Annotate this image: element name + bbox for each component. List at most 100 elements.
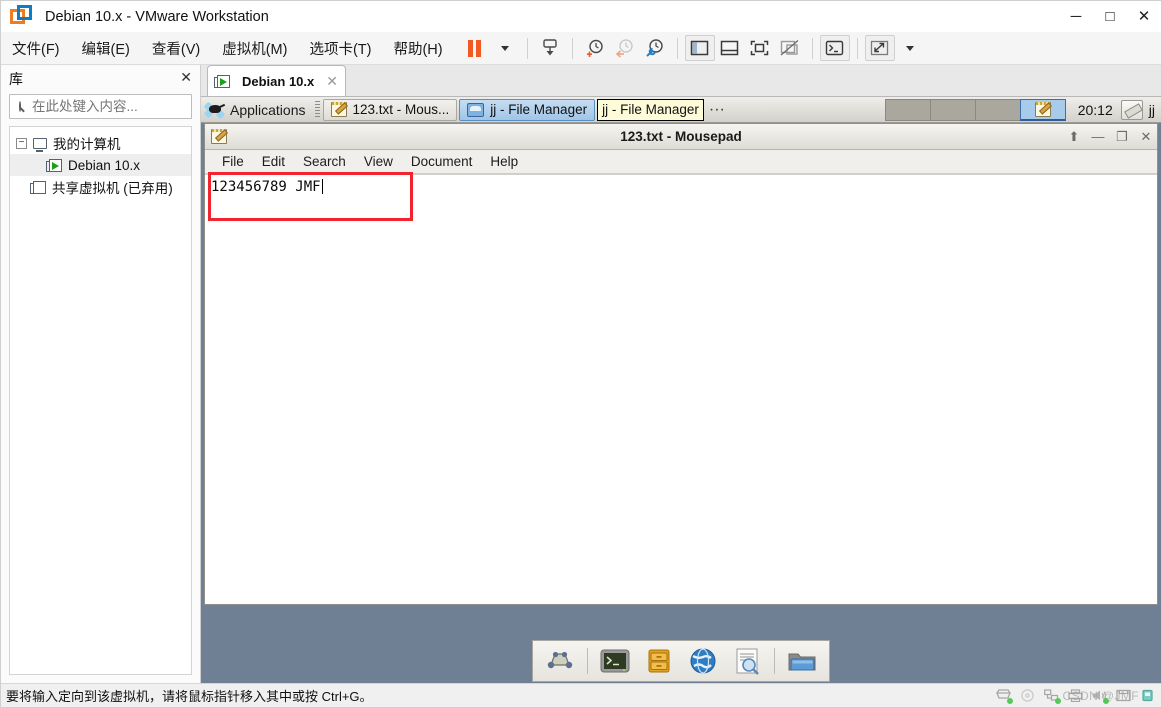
- minimize-button[interactable]: —: [1091, 129, 1105, 144]
- toolbar-separator: [571, 37, 573, 59]
- show-thumbnail-bar-button[interactable]: [715, 35, 745, 61]
- panel-user-label[interactable]: jj: [1143, 102, 1161, 118]
- window-controls: ─ □ ✕: [1059, 1, 1161, 32]
- close-button[interactable]: ✕: [1139, 129, 1153, 145]
- file-manager-icon[interactable]: [785, 645, 819, 677]
- snapshot-manager-button[interactable]: [640, 35, 670, 61]
- show-desktop-icon[interactable]: [543, 645, 577, 677]
- console-view-icon: [825, 40, 844, 56]
- main-area: 库 ✕ − 我的计算机 Debian 10.x: [1, 65, 1161, 683]
- web-browser-icon[interactable]: [686, 645, 720, 677]
- chevron-down-icon: [905, 45, 914, 51]
- shared-vm-icon: [30, 180, 46, 194]
- menu-edit[interactable]: Edit: [253, 154, 294, 169]
- unity-mode-button[interactable]: [775, 35, 805, 61]
- close-button[interactable]: ✕: [1127, 1, 1161, 32]
- taskbar-item-mousepad[interactable]: 123.txt - Mous...: [322, 98, 458, 121]
- workspace-1[interactable]: [884, 98, 931, 121]
- mousepad-text-area[interactable]: 123456789 JMF: [205, 174, 1157, 604]
- task-label: jj - File Manager: [490, 102, 588, 117]
- show-thumbnail-bar-icon: [720, 40, 739, 56]
- menu-file[interactable]: 文件(F): [1, 35, 71, 62]
- panel-clock[interactable]: 20:12: [1070, 102, 1121, 118]
- stretch-dropdown-button[interactable]: [895, 35, 925, 61]
- tree-expander-icon[interactable]: −: [16, 137, 27, 149]
- shade-button[interactable]: ⬆: [1067, 129, 1081, 145]
- mousepad-title-bar[interactable]: 123.txt - Mousepad ⬆ — ❐ ✕: [205, 124, 1157, 150]
- taskbar-item-file-manager[interactable]: jj - File Manager: [459, 98, 596, 121]
- search-input[interactable]: [30, 98, 211, 115]
- hard-disk-icon[interactable]: [996, 689, 1013, 704]
- console-view-button[interactable]: [819, 35, 850, 61]
- panel-grip-handle[interactable]: [314, 100, 320, 119]
- terminal-icon[interactable]: [598, 645, 632, 677]
- title-bar: Debian 10.x - VMware Workstation ─ □ ✕: [1, 1, 1161, 32]
- window-title: Debian 10.x - VMware Workstation: [45, 8, 269, 25]
- menu-bar: 文件(F) 编辑(E) 查看(V) 虚拟机(M) 选项卡(T) 帮助(H): [1, 32, 1161, 65]
- workspace-3[interactable]: [974, 98, 1021, 121]
- show-library-icon: [690, 40, 709, 56]
- taskbar-tooltip: jj - File Manager: [597, 98, 704, 121]
- library-close-icon[interactable]: ✕: [180, 69, 192, 86]
- take-snapshot-button[interactable]: [580, 35, 610, 61]
- pause-icon: [468, 39, 482, 57]
- library-sidebar: 库 ✕ − 我的计算机 Debian 10.x: [1, 65, 221, 683]
- applications-menu-button[interactable]: Applications: [201, 97, 312, 123]
- toolbar-separator: [526, 37, 528, 59]
- menu-document[interactable]: Document: [402, 154, 482, 169]
- tree-my-computer[interactable]: − 我的计算机: [10, 132, 191, 154]
- library-title: 库: [9, 70, 23, 87]
- menu-file[interactable]: File: [213, 154, 253, 169]
- show-library-button[interactable]: [684, 35, 715, 61]
- revert-snapshot-button[interactable]: [610, 35, 640, 61]
- vm-tab-close-icon[interactable]: ✕: [326, 73, 338, 90]
- tree-label: Debian 10.x: [68, 157, 141, 173]
- task-label: 123.txt - Mous...: [352, 102, 450, 117]
- workspace-4-current[interactable]: [1019, 98, 1066, 121]
- vm-tab-label: Debian 10.x: [242, 73, 315, 89]
- folder-icon: [467, 102, 485, 117]
- toolbar-separator: [676, 37, 678, 59]
- workspace-switcher[interactable]: [884, 98, 1066, 121]
- toolbar-separator: [856, 37, 858, 59]
- maximize-button[interactable]: □: [1093, 1, 1127, 32]
- menu-help[interactable]: Help: [481, 154, 527, 169]
- network-icon[interactable]: [1044, 689, 1061, 704]
- library-search[interactable]: [9, 94, 221, 119]
- tree-debian-10x[interactable]: Debian 10.x: [10, 154, 191, 176]
- mousepad-menu-bar: File Edit Search View Document Help: [205, 150, 1157, 174]
- chevron-down-icon: [500, 45, 509, 51]
- tree-shared-vms[interactable]: 共享虚拟机 (已弃用): [10, 176, 191, 198]
- archive-manager-icon[interactable]: [642, 645, 676, 677]
- text-cursor: [321, 179, 323, 194]
- floppy-icon[interactable]: [1116, 689, 1131, 702]
- menu-tabs[interactable]: 选项卡(T): [298, 35, 382, 62]
- document-viewer-icon[interactable]: [730, 645, 764, 677]
- mousepad-icon: [330, 102, 347, 117]
- full-screen-button[interactable]: [745, 35, 775, 61]
- guest-screen[interactable]: Applications 123.txt - Mous... jj - File…: [201, 97, 1161, 683]
- usb-icon[interactable]: [1140, 689, 1155, 702]
- stretch-view-button[interactable]: [864, 35, 895, 61]
- workspace-2[interactable]: [929, 98, 976, 121]
- eraser-icon[interactable]: [1120, 99, 1143, 120]
- vm-pane: Debian 10.x ✕ Applications 123.txt - Mou…: [201, 65, 1161, 683]
- maximize-button[interactable]: ❐: [1115, 129, 1129, 145]
- dock-separator: [774, 648, 775, 674]
- cd-dvd-icon[interactable]: [1020, 689, 1035, 702]
- power-dropdown-button[interactable]: [490, 35, 520, 61]
- menu-view[interactable]: 查看(V): [141, 35, 211, 62]
- menu-vm[interactable]: 虚拟机(M): [211, 35, 298, 62]
- menu-search[interactable]: Search: [294, 154, 355, 169]
- vm-tab-debian[interactable]: Debian 10.x ✕: [207, 65, 346, 96]
- minimize-button[interactable]: ─: [1059, 1, 1093, 32]
- sound-icon[interactable]: [1092, 689, 1109, 704]
- menu-edit[interactable]: 编辑(E): [71, 35, 141, 62]
- pause-button[interactable]: [460, 35, 490, 61]
- printer-icon[interactable]: [1068, 689, 1083, 703]
- tree-label: 我的计算机: [53, 137, 121, 152]
- send-ctrl-alt-del-button[interactable]: [535, 35, 565, 61]
- vmware-workstation-window: Debian 10.x - VMware Workstation ─ □ ✕ 文…: [0, 0, 1162, 708]
- menu-view[interactable]: View: [355, 154, 402, 169]
- menu-help[interactable]: 帮助(H): [382, 35, 453, 62]
